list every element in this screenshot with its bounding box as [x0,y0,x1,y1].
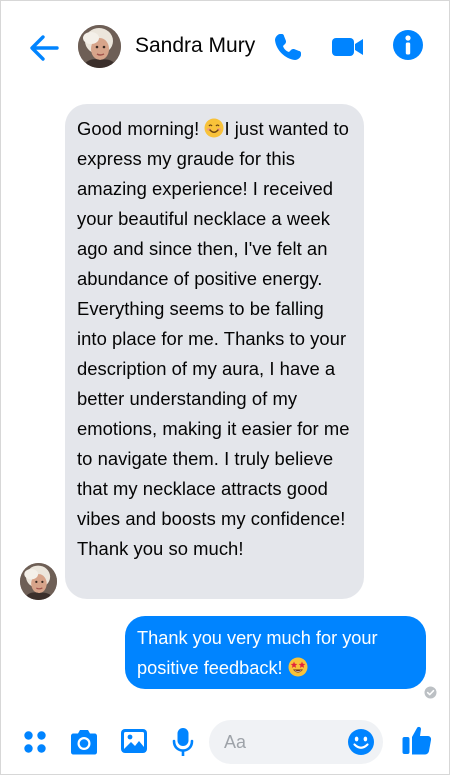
phone-icon[interactable] [271,30,305,64]
outgoing-message-text: Thank you very much for your positive fe… [137,623,414,683]
incoming-message-body: I just wanted to express my graude for t… [77,118,350,559]
camera-icon[interactable] [68,727,100,757]
thumbs-up-icon[interactable] [401,723,433,757]
incoming-message-bubble[interactable]: Good morning! I just wanted to express m… [65,104,364,599]
video-camera-icon[interactable] [330,30,366,64]
star-struck-emoji [288,657,308,677]
check-circle-icon [424,686,437,699]
contact-avatar[interactable] [78,25,121,68]
message-input[interactable]: Aa [209,720,383,764]
outgoing-message-bubble[interactable]: Thank you very much for your positive fe… [125,616,426,689]
sender-avatar [20,563,57,600]
incoming-message-greeting: Good morning! [77,118,205,139]
smiling-face-emoji [204,118,224,138]
outgoing-message-body: Thank you very much for your positive fe… [137,628,378,678]
info-icon[interactable] [391,28,425,62]
chat-window: Sandra Mury Good morning! I just wanted … [0,0,450,775]
incoming-message-text: Good morning! I just wanted to express m… [77,114,352,564]
chat-header: Sandra Mury [1,1,449,91]
contact-name[interactable]: Sandra Mury [135,34,255,58]
arrow-left-icon[interactable] [27,31,61,65]
image-icon[interactable] [119,727,149,755]
smiley-icon[interactable] [347,728,375,756]
microphone-icon[interactable] [171,726,195,758]
four-dots-icon[interactable] [23,730,47,754]
message-input-placeholder: Aa [224,732,247,752]
